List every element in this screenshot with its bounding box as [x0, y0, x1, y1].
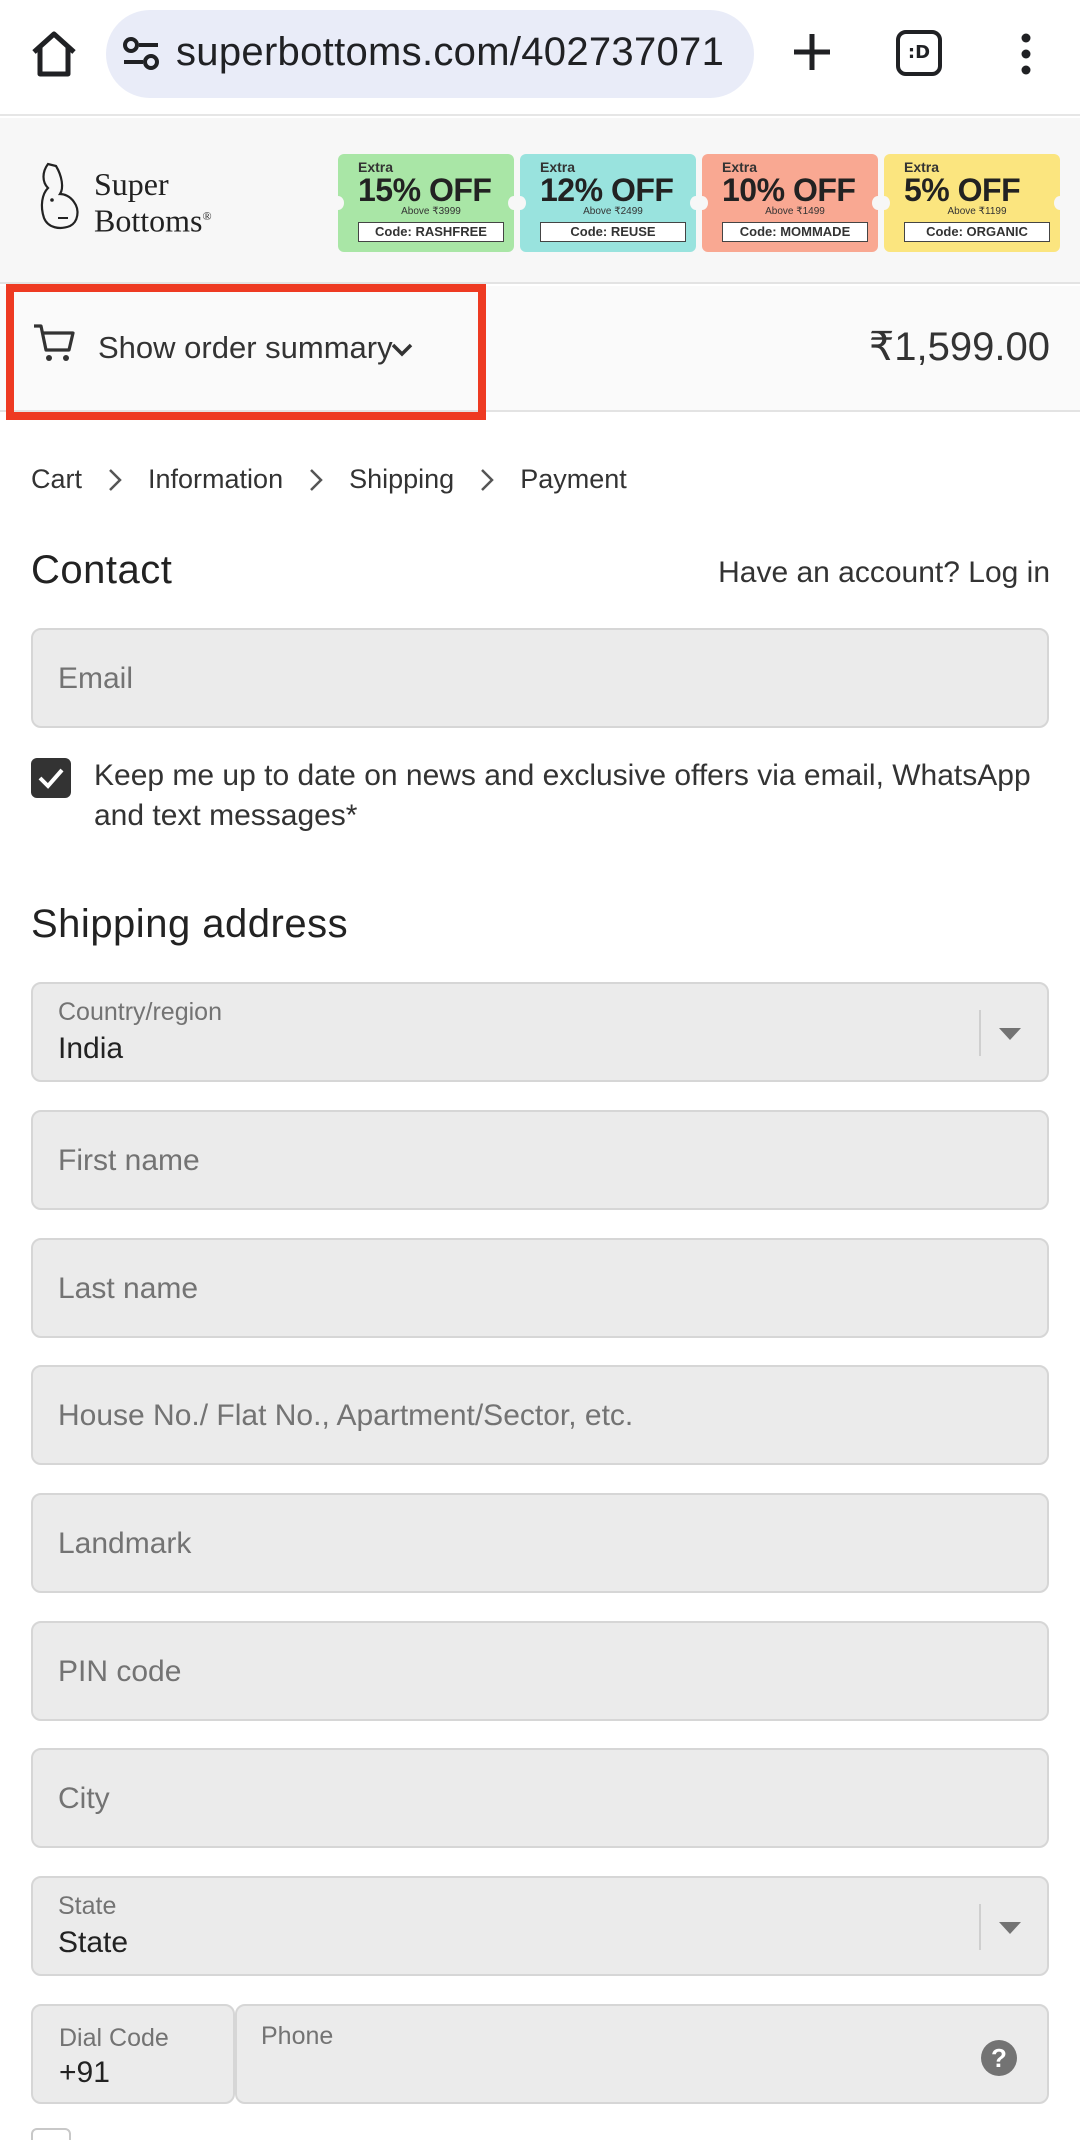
chevron-right-icon [109, 468, 122, 491]
contact-heading: Contact [31, 548, 173, 592]
state-label: State [58, 1892, 117, 1920]
pin-code-field[interactable]: PIN code [31, 1621, 1049, 1721]
coupon-code: Code: REUSE [540, 222, 686, 242]
marketing-consent-label[interactable]: Keep me up to date on news and exclusive… [94, 756, 1044, 836]
country-label: Country/region [58, 998, 222, 1026]
country-value: India [58, 1032, 124, 1065]
checkmark-icon [38, 768, 64, 789]
breadcrumb-cart[interactable]: Cart [31, 464, 82, 495]
logo-wordmark: Super Bottoms® [94, 166, 212, 239]
city-field[interactable]: City [31, 1748, 1049, 1848]
breadcrumb-information: Information [148, 464, 284, 494]
url-text: superbottoms.com/402737071 [176, 30, 725, 74]
tab-switcher-icon[interactable]: :D [896, 30, 942, 76]
breadcrumb: Cart Information Shipping Payment [31, 464, 627, 495]
landmark-field[interactable]: Landmark [31, 1493, 1049, 1593]
caret-down-icon [999, 1922, 1021, 1934]
dial-code-field[interactable]: Dial Code +91 [31, 2004, 235, 2104]
first-name-field[interactable]: First name [31, 1110, 1049, 1210]
select-divider [979, 1904, 981, 1950]
coupon-code: Code: MOMMADE [722, 222, 868, 242]
chevron-right-icon [481, 468, 494, 491]
coupon-card[interactable]: Extra 10% OFF Above ₹1499 Code: MOMMADE [696, 154, 884, 252]
shipping-address-heading: Shipping address [31, 902, 349, 946]
state-select[interactable]: State State [31, 1876, 1049, 1976]
save-info-checkbox[interactable] [31, 2128, 71, 2140]
order-total: ₹1,599.00 [868, 325, 1050, 369]
browser-toolbar: superbottoms.com/402737071 :D [0, 0, 1080, 116]
email-field[interactable]: Email [31, 628, 1049, 728]
home-icon[interactable] [28, 28, 80, 80]
address-bar[interactable]: superbottoms.com/402737071 [106, 10, 754, 98]
state-value: State [58, 1926, 129, 1959]
country-select[interactable]: Country/region India [31, 982, 1049, 1082]
marketing-consent-checkbox[interactable] [31, 758, 71, 798]
bunny-logo-icon [40, 162, 79, 229]
dial-code-value: +91 [59, 2056, 110, 2089]
login-link[interactable]: Have an account? Log in [718, 556, 1050, 590]
coupon-card[interactable]: Extra 5% OFF Above ₹1199 Code: ORGANIC [878, 154, 1066, 252]
site-settings-icon[interactable] [122, 36, 162, 72]
select-divider [979, 1010, 981, 1056]
coupon-code: Code: RASHFREE [358, 222, 504, 242]
address-field[interactable]: House No./ Flat No., Apartment/Sector, e… [31, 1365, 1049, 1465]
highlight-annotation [6, 284, 486, 420]
last-name-field[interactable]: Last name [31, 1238, 1049, 1338]
coupon-card[interactable]: Extra 15% OFF Above ₹3999 Code: RASHFREE [332, 154, 520, 252]
email-placeholder: Email [58, 662, 134, 695]
phone-label: Phone [261, 2022, 334, 2050]
caret-down-icon [999, 1028, 1021, 1040]
dial-code-label: Dial Code [59, 2024, 169, 2052]
chevron-right-icon [310, 468, 323, 491]
coupon-code: Code: ORGANIC [904, 222, 1050, 242]
more-menu-icon[interactable] [1010, 30, 1042, 78]
coupon-card[interactable]: Extra 12% OFF Above ₹2499 Code: REUSE [514, 154, 702, 252]
store-header: Super Bottoms® Extra 15% OFF Above ₹3999… [0, 118, 1080, 284]
help-icon[interactable]: ? [981, 2040, 1017, 2076]
coupon-banner[interactable]: Extra 15% OFF Above ₹3999 Code: RASHFREE… [332, 154, 1066, 254]
new-tab-icon[interactable] [788, 28, 836, 76]
breadcrumb-payment: Payment [520, 464, 627, 494]
phone-field[interactable]: Phone ? [235, 2004, 1049, 2104]
superbottoms-logo[interactable]: Super Bottoms® [34, 158, 234, 248]
breadcrumb-shipping: Shipping [349, 464, 455, 494]
